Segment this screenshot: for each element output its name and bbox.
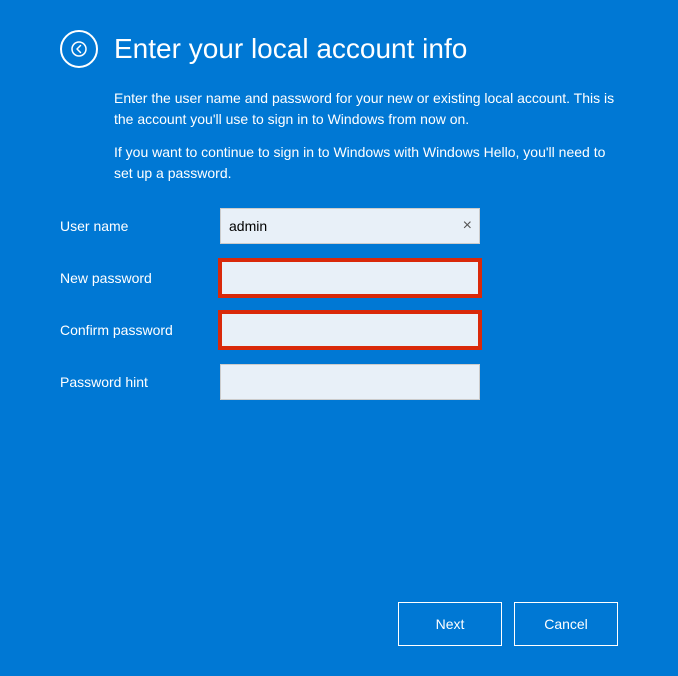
cancel-button[interactable]: Cancel <box>514 602 618 646</box>
new-password-input[interactable] <box>220 260 480 296</box>
header: Enter your local account info <box>60 30 618 68</box>
username-label: User name <box>60 218 220 234</box>
new-password-input-wrapper <box>220 260 480 296</box>
clear-username-button[interactable]: × <box>459 215 476 237</box>
new-password-row: New password <box>60 260 618 296</box>
username-input[interactable] <box>220 208 480 244</box>
next-button[interactable]: Next <box>398 602 502 646</box>
username-row: User name × <box>60 208 618 244</box>
password-hint-input[interactable] <box>220 364 480 400</box>
main-container: Enter your local account info Enter the … <box>0 0 678 676</box>
back-button[interactable] <box>60 30 98 68</box>
form-section: User name × New password Confirm passwor… <box>60 208 618 400</box>
new-password-label: New password <box>60 270 220 286</box>
confirm-password-input[interactable] <box>220 312 480 348</box>
description-line1: Enter the user name and password for you… <box>114 88 618 130</box>
footer: Next Cancel <box>398 602 618 646</box>
password-hint-label: Password hint <box>60 374 220 390</box>
confirm-password-label: Confirm password <box>60 322 220 338</box>
clear-icon: × <box>463 217 472 235</box>
username-input-wrapper: × <box>220 208 480 244</box>
password-hint-row: Password hint <box>60 364 618 400</box>
confirm-password-row: Confirm password <box>60 312 618 348</box>
description-line2: If you want to continue to sign in to Wi… <box>114 142 618 184</box>
password-hint-input-wrapper <box>220 364 480 400</box>
page-title: Enter your local account info <box>114 33 467 65</box>
confirm-password-input-wrapper <box>220 312 480 348</box>
